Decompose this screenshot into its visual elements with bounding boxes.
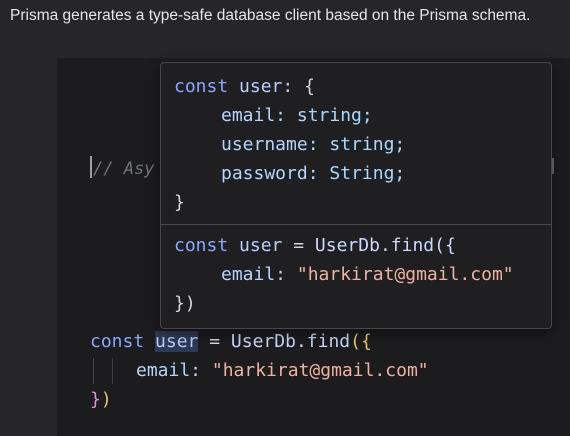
property-email: email:: [136, 360, 202, 381]
type-field-password: password: String;: [221, 162, 405, 186]
field-type: string;: [329, 134, 406, 155]
hover-tooltip: const user: { email: string; username: s…: [160, 62, 552, 329]
snippet-variable: user: [239, 235, 283, 256]
hover-open-brace: {: [304, 76, 315, 97]
field-name: username:: [221, 134, 319, 155]
editor-scroll-marker: [552, 158, 554, 174]
type-close-line: }: [174, 191, 185, 215]
snippet-close: }): [174, 293, 196, 314]
comment-text: // Asy: [93, 159, 155, 179]
variable-user[interactable]: user: [155, 331, 199, 352]
field-name: password:: [221, 163, 319, 184]
type-field-username: username: string;: [221, 133, 405, 157]
hover-keyword-const: const: [174, 76, 229, 97]
intro-paragraph: Prisma generates a type-safe database cl…: [10, 7, 531, 24]
code-line-2[interactable]: email: "harkirat@gmail.com": [136, 359, 429, 383]
snippet-line-1: const user = UserDb.find({: [174, 234, 456, 258]
hover-type-name: user:: [239, 76, 294, 97]
open-paren: (: [350, 331, 361, 352]
close-brace: }: [90, 389, 101, 410]
field-type: String;: [329, 163, 406, 184]
operator-equals: =: [209, 331, 221, 352]
snippet-property: email:: [221, 264, 287, 285]
field-type: string;: [296, 105, 373, 126]
hover-close-brace: }: [174, 192, 185, 213]
function-call: UserDb.find: [230, 331, 351, 352]
snippet-line-2: email: "harkirat@gmail.com": [221, 263, 514, 287]
open-brace: {: [360, 331, 372, 352]
keyword-const: const: [90, 331, 145, 352]
background-comment-line: // Asy: [90, 156, 154, 179]
type-field-email: email: string;: [221, 104, 373, 128]
indent-guide: [93, 358, 94, 384]
snippet-line-3: }): [174, 292, 196, 316]
snippet-keyword-const: const: [174, 235, 229, 256]
code-line-1[interactable]: const user = UserDb.find({: [90, 330, 372, 354]
snippet-call: UserDb.find({: [314, 235, 456, 256]
indent-guide-2: [112, 358, 113, 384]
text-cursor: [90, 156, 92, 178]
close-paren: ): [100, 389, 112, 410]
string-email-value: "harkirat@gmail.com": [211, 360, 429, 381]
type-header-line: const user: {: [174, 75, 315, 99]
field-name: email:: [221, 105, 287, 126]
snippet-operator: =: [293, 235, 305, 256]
code-line-3[interactable]: }): [90, 388, 112, 412]
tooltip-divider: [161, 224, 551, 225]
snippet-string: "harkirat@gmail.com": [296, 264, 514, 285]
